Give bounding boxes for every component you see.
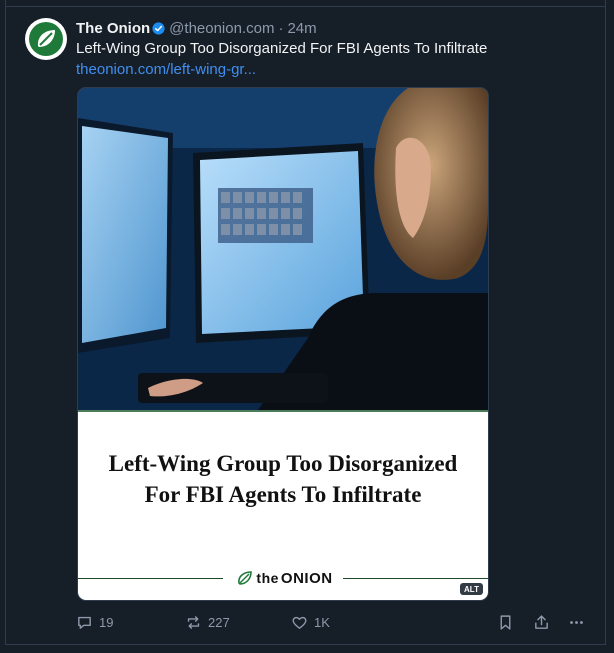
share-icon	[535, 614, 548, 629]
brand-the: the	[256, 570, 279, 586]
link-card[interactable]: Left-Wing Group Too Disorganized For FBI…	[77, 87, 489, 601]
previous-post-edge	[5, 0, 606, 7]
card-photo	[78, 88, 488, 410]
reply-button[interactable]: 19	[76, 613, 113, 631]
brand-rule-left	[78, 578, 223, 579]
onion-wordmark: the ONION	[230, 569, 340, 587]
post-link[interactable]: theonion.com/left-wing-gr...	[76, 61, 256, 78]
card-headline-line2: For FBI Agents To Infiltrate	[144, 482, 422, 507]
reply-count: 19	[99, 614, 114, 630]
more-dots-icon	[570, 620, 583, 624]
brand-onion: ONION	[280, 569, 333, 587]
card-brand-bar: the ONION	[78, 569, 488, 587]
onion-logo-icon	[29, 22, 63, 56]
author-name[interactable]: The Onion	[76, 20, 150, 37]
author-handle[interactable]: @theonion.com	[169, 20, 274, 37]
brand-rule-right	[343, 578, 488, 579]
repost-button[interactable]: 227	[185, 613, 230, 631]
reply-icon	[78, 616, 91, 629]
repost-icon	[187, 615, 200, 629]
post-text: Left-Wing Group Too Disorganized For FBI…	[76, 40, 488, 57]
avatar[interactable]	[25, 18, 67, 60]
post-timestamp[interactable]: 24m	[287, 20, 316, 37]
share-button[interactable]	[533, 613, 556, 631]
verified-badge-icon	[152, 21, 165, 35]
card-divider	[78, 410, 488, 412]
onion-leaf-icon	[238, 571, 253, 585]
more-options-button[interactable]	[568, 613, 591, 631]
card-headline: Left-Wing Group Too Disorganized For FBI…	[78, 448, 488, 510]
fbi-office-photo-image	[78, 88, 488, 410]
heart-icon	[292, 616, 307, 629]
alt-text-badge[interactable]: ALT	[460, 583, 483, 595]
bookmark-button[interactable]	[497, 613, 520, 631]
bookmark-icon	[500, 614, 511, 630]
like-button[interactable]: 1K	[291, 613, 330, 631]
post-actions: 19 227 1K	[76, 613, 596, 631]
card-headline-line1: Left-Wing Group Too Disorganized	[108, 451, 458, 476]
like-count: 1K	[314, 614, 330, 630]
feed-post[interactable]: The Onion @theonion.com · 24m Left-Wing …	[5, 7, 606, 645]
post-header: The Onion @theonion.com · 24m	[76, 18, 317, 38]
header-separator: ·	[278, 19, 284, 37]
repost-count: 227	[208, 614, 230, 630]
